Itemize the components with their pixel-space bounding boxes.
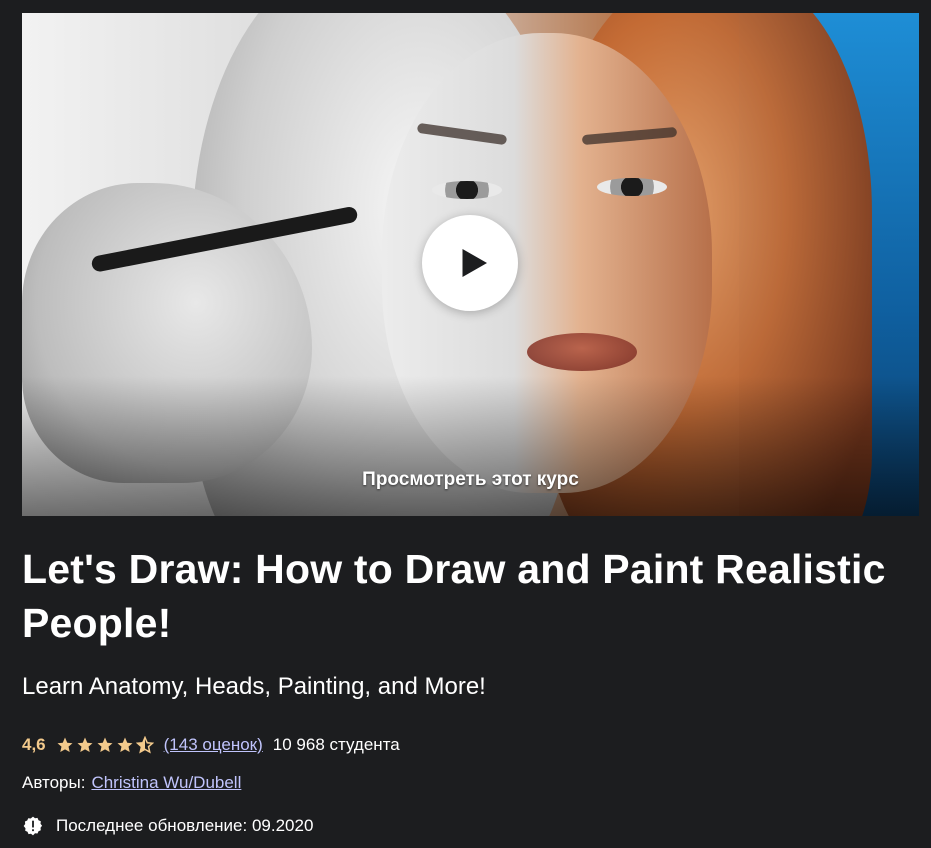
star-icon [57, 737, 73, 753]
authors-label: Авторы: [22, 773, 86, 792]
star-icon [117, 737, 133, 753]
star-icon [97, 737, 113, 753]
left-eye [432, 181, 502, 199]
lips [527, 333, 637, 371]
course-title: Let's Draw: How to Draw and Paint Realis… [22, 546, 886, 646]
play-icon [462, 249, 487, 277]
rating-value: 4,6 [22, 735, 46, 754]
course-stats: 4,6 (143 оценок) 10 968 студента [22, 731, 400, 759]
author-link[interactable]: Christina Wu/Dubell [91, 773, 241, 793]
half-star-icon [135, 736, 154, 754]
students-count: 10 968 студента [272, 735, 400, 754]
rating-stars [56, 736, 154, 754]
preview-shade [22, 376, 919, 516]
course-preview[interactable]: Просмотреть этот курс [22, 13, 919, 516]
course-subtitle: Learn Anatomy, Heads, Painting, and More… [22, 673, 486, 700]
play-button[interactable] [422, 215, 518, 311]
right-eye [597, 178, 667, 196]
reviews-link[interactable]: (143 оценок) [164, 735, 263, 755]
star-icon [77, 737, 93, 753]
last-updated: Последнее обновление: 09.2020 [22, 815, 313, 837]
last-updated-text: Последнее обновление: 09.2020 [56, 816, 314, 835]
preview-caption[interactable]: Просмотреть этот курс [22, 469, 919, 491]
alert-badge-icon [23, 816, 43, 836]
course-authors: Авторы: Christina Wu/Dubell [22, 773, 241, 793]
